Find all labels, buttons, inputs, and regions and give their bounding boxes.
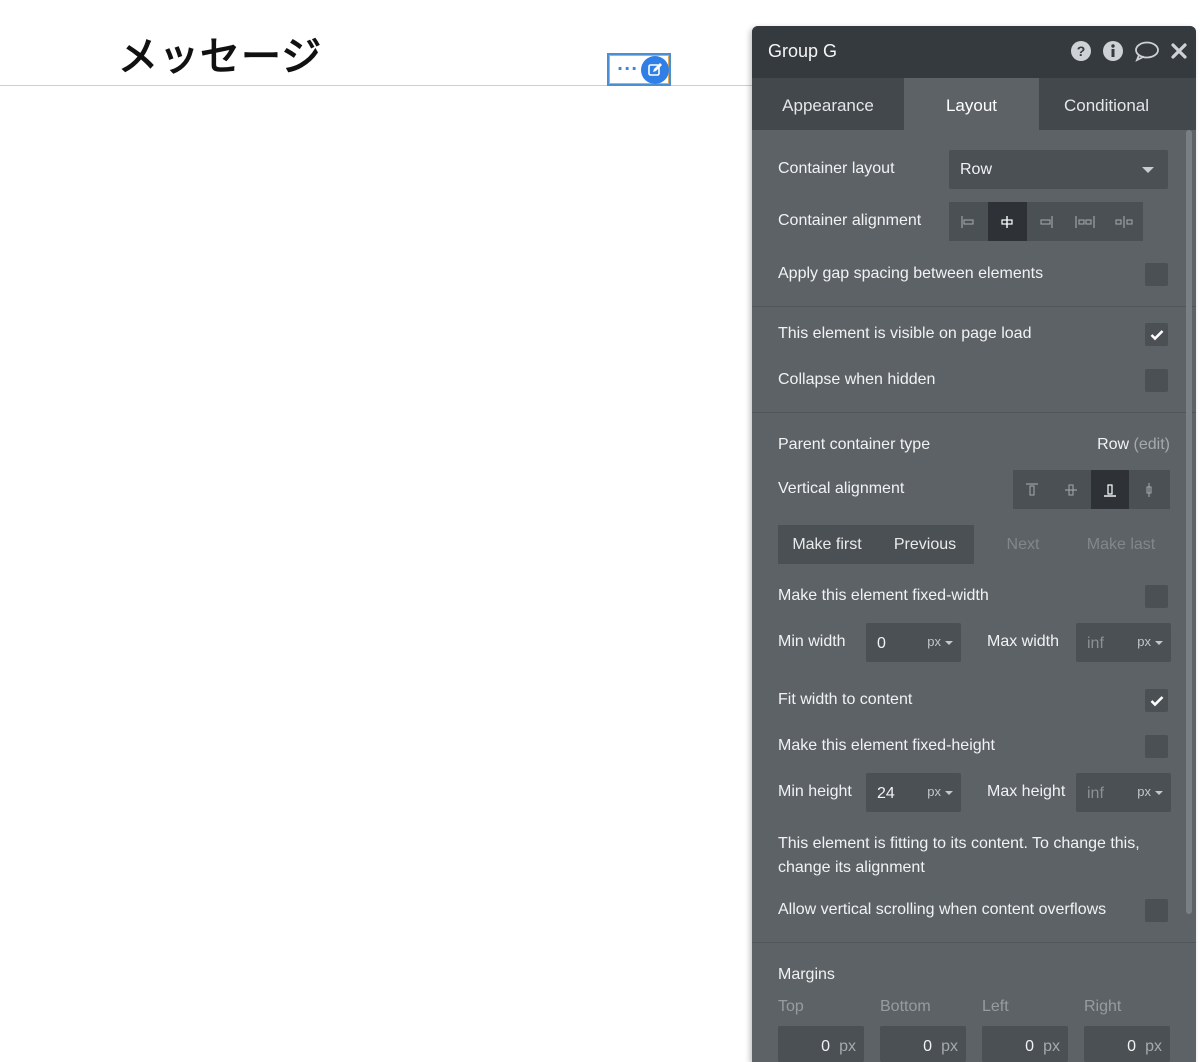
fixed-height-checkbox[interactable] <box>1145 735 1168 758</box>
margin-top-label: Top <box>778 998 804 1015</box>
align-center-icon[interactable] <box>987 202 1027 241</box>
min-height-value: 24 <box>877 785 895 802</box>
parent-container-label: Parent container type <box>778 436 931 453</box>
max-width-input[interactable]: inf px <box>1076 623 1171 662</box>
section-divider <box>752 306 1196 307</box>
valign-stretch-icon[interactable] <box>1129 470 1168 509</box>
fixed-width-label: Make this element fixed-width <box>778 587 989 604</box>
property-editor-panel: Group G ? Appearance Layout Conditional … <box>752 26 1196 1062</box>
valign-top-icon[interactable] <box>1013 470 1052 509</box>
parent-container-value[interactable]: Row (edit) <box>1097 436 1170 454</box>
container-layout-label: Container layout <box>778 160 895 177</box>
min-height-unit-select[interactable]: px <box>927 784 953 799</box>
previous-button[interactable]: Previous <box>876 525 974 564</box>
comment-icon[interactable] <box>1134 40 1160 67</box>
collapse-hidden-label: Collapse when hidden <box>778 371 936 388</box>
space-around-icon[interactable] <box>1104 202 1143 241</box>
align-right-icon[interactable] <box>1027 202 1066 241</box>
margin-top-input[interactable]: 0 px <box>778 1026 864 1062</box>
margin-left-value: 0 <box>1025 1038 1034 1055</box>
vertical-alignment-label: Vertical alignment <box>778 480 905 497</box>
element-order-buttons: Make first Previous Next Make last <box>778 525 1170 564</box>
selected-element-handle[interactable]: ··· <box>607 53 671 86</box>
chevron-down-icon <box>1142 167 1154 173</box>
checkmark-icon <box>1150 329 1163 340</box>
checkmark-icon <box>1150 695 1163 706</box>
margin-right-input[interactable]: 0 px <box>1084 1026 1170 1062</box>
make-first-button[interactable]: Make first <box>778 525 876 564</box>
margin-left-label: Left <box>982 998 1009 1015</box>
min-width-label: Min width <box>778 633 846 650</box>
margin-top-value: 0 <box>821 1038 830 1055</box>
max-height-unit-select[interactable]: px <box>1137 784 1163 799</box>
valign-center-icon[interactable] <box>1052 470 1091 509</box>
margin-bottom-unit: px <box>941 1038 958 1055</box>
max-width-label: Max width <box>987 633 1060 650</box>
container-alignment-group <box>949 202 1143 241</box>
parent-container-edit-link[interactable]: (edit) <box>1134 436 1170 453</box>
next-button[interactable]: Next <box>974 525 1072 564</box>
gap-spacing-label: Apply gap spacing between elements <box>778 265 1044 282</box>
svg-text:?: ? <box>1077 43 1086 59</box>
max-height-label: Max height <box>987 783 1066 800</box>
more-options-icon[interactable]: ··· <box>617 59 638 79</box>
help-icon[interactable]: ? <box>1070 40 1092 67</box>
section-divider <box>752 412 1196 413</box>
margin-right-value: 0 <box>1127 1038 1136 1055</box>
container-layout-value: Row <box>960 161 993 178</box>
make-last-button[interactable]: Make last <box>1072 525 1170 564</box>
min-height-label: Min height <box>778 783 852 800</box>
close-icon[interactable] <box>1170 42 1188 65</box>
fixed-height-label: Make this element fixed-height <box>778 737 995 754</box>
max-height-value: inf <box>1087 785 1104 802</box>
min-height-input[interactable]: 24 px <box>866 773 961 812</box>
vertical-scroll-checkbox[interactable] <box>1145 899 1168 922</box>
margin-left-input[interactable]: 0 px <box>982 1026 1068 1062</box>
min-width-input[interactable]: 0 px <box>866 623 961 662</box>
margin-bottom-label: Bottom <box>880 998 931 1015</box>
valign-bottom-icon[interactable] <box>1090 470 1130 509</box>
align-left-icon[interactable] <box>949 202 988 241</box>
tab-appearance[interactable]: Appearance <box>752 78 904 130</box>
margin-bottom-input[interactable]: 0 px <box>880 1026 966 1062</box>
vertical-scroll-label: Allow vertical scrolling when content ov… <box>778 901 1107 918</box>
space-between-icon[interactable] <box>1065 202 1104 241</box>
fit-width-checkbox[interactable] <box>1145 689 1168 712</box>
tab-layout[interactable]: Layout <box>904 78 1039 130</box>
panel-tabs: Appearance Layout Conditional <box>752 78 1196 130</box>
margin-right-unit: px <box>1145 1038 1162 1055</box>
vertical-alignment-group <box>1013 470 1170 509</box>
max-width-value: inf <box>1087 635 1104 652</box>
fit-width-label: Fit width to content <box>778 691 913 708</box>
min-width-value: 0 <box>877 635 886 652</box>
container-alignment-label: Container alignment <box>778 212 922 229</box>
container-layout-select[interactable]: Row <box>949 150 1168 189</box>
panel-header: Group G ? <box>752 26 1196 78</box>
gap-spacing-checkbox[interactable] <box>1145 263 1168 286</box>
info-icon[interactable] <box>1102 40 1124 67</box>
tab-conditional[interactable]: Conditional <box>1039 78 1174 130</box>
min-width-unit-select[interactable]: px <box>927 634 953 649</box>
margins-label: Margins <box>778 966 835 983</box>
max-height-input[interactable]: inf px <box>1076 773 1171 812</box>
max-width-unit-select[interactable]: px <box>1137 634 1163 649</box>
margin-left-unit: px <box>1043 1038 1060 1055</box>
section-divider <box>752 942 1196 943</box>
parent-container-type: Row <box>1097 436 1130 453</box>
panel-scrollbar[interactable] <box>1186 130 1192 914</box>
visible-on-load-label: This element is visible on page load <box>778 325 1032 342</box>
margin-top-unit: px <box>839 1038 856 1055</box>
fitting-note: This element is fitting to its content. … <box>778 835 1140 876</box>
edit-icon[interactable] <box>641 56 669 84</box>
collapse-hidden-checkbox[interactable] <box>1145 369 1168 392</box>
fixed-width-checkbox[interactable] <box>1145 585 1168 608</box>
visible-on-load-checkbox[interactable] <box>1145 323 1168 346</box>
page-title: メッセージ <box>118 34 323 80</box>
margin-bottom-value: 0 <box>923 1038 932 1055</box>
margin-right-label: Right <box>1084 998 1122 1015</box>
panel-title: Group G <box>768 41 838 61</box>
